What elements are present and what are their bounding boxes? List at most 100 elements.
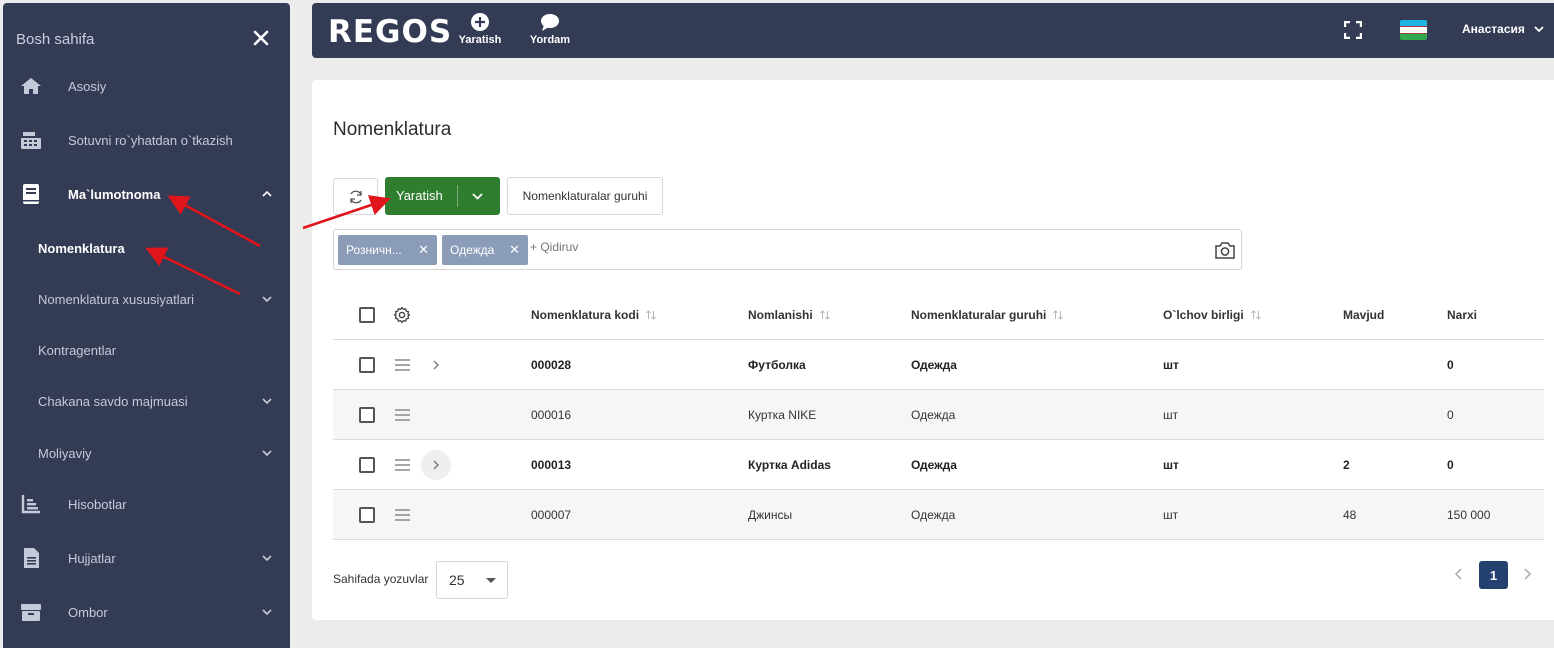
sort-icon[interactable]	[645, 309, 657, 321]
cell-unit: шт	[1163, 357, 1179, 372]
sidebar-item-label: Moliyaviy	[38, 445, 92, 461]
filter-bar[interactable]: Розничн... ✕ Одежда ✕	[333, 229, 1242, 270]
row-checkbox[interactable]	[359, 356, 375, 373]
sidebar-header: Bosh sahifa	[16, 31, 95, 48]
cell-code: 000016	[531, 407, 572, 422]
create-top-label: Yaratish	[458, 34, 502, 46]
sidebar-item-label: Ombor	[68, 604, 108, 620]
sidebar-item-hisobotlar[interactable]: Hisobotlar	[3, 484, 290, 524]
cash-register-icon	[20, 129, 42, 151]
close-icon[interactable]	[251, 28, 271, 48]
chat-bubble-icon	[541, 14, 559, 31]
create-button[interactable]: Yaratish	[385, 177, 500, 215]
select-all-checkbox[interactable]	[359, 306, 375, 323]
close-icon[interactable]: ✕	[418, 242, 429, 258]
content-card: Nomenklatura Yaratish Nomenklaturalar gu…	[312, 80, 1554, 620]
fullscreen-icon[interactable]	[1344, 21, 1362, 39]
refresh-icon	[349, 190, 362, 203]
per-page-label: Sahifada yozuvlar	[333, 572, 429, 586]
cell-group: Одежда	[911, 357, 957, 372]
filter-chip-label: Одежда	[450, 243, 495, 257]
document-icon	[20, 547, 42, 569]
column-header-code[interactable]: Nomenklatura kodi	[531, 308, 657, 322]
column-header-label: O`lchov birligi	[1163, 307, 1244, 322]
row-checkbox[interactable]	[359, 406, 375, 423]
table-row[interactable]: 000007 Джинсы Одежда шт 48 150 000	[333, 490, 1544, 540]
regos-logo[interactable]: REGOS	[328, 14, 452, 50]
plus-circle-icon	[471, 13, 489, 31]
sidebar-item-nomenklatura[interactable]: Nomenklatura	[3, 228, 290, 268]
sidebar-item-malumotnoma[interactable]: Ma`lumotnoma	[3, 174, 290, 214]
sidebar-item-label: Chakana savdo majmuasi	[38, 393, 188, 409]
filter-chip-retail[interactable]: Розничн... ✕	[338, 235, 437, 265]
column-header-price[interactable]: Narxi	[1447, 308, 1477, 322]
table-row[interactable]: 000028 Футболка Одежда шт 0	[333, 340, 1544, 390]
home-icon	[20, 75, 42, 97]
box-icon	[20, 601, 42, 623]
cell-name: Куртка Adidas	[748, 457, 831, 472]
row-checkbox[interactable]	[359, 456, 375, 473]
per-page-value: 25	[449, 572, 465, 588]
drag-handle-icon[interactable]	[395, 508, 410, 521]
sort-icon[interactable]	[1052, 309, 1064, 321]
table-row[interactable]: 000016 Куртка NIKE Одежда шт 0	[333, 390, 1544, 440]
sidebar-item-nomenklatura-properties[interactable]: Nomenklatura xususiyatlari	[3, 279, 290, 319]
column-header-label: Nomenklatura kodi	[531, 307, 640, 322]
filter-chip-clothes[interactable]: Одежда ✕	[442, 235, 528, 265]
gear-icon[interactable]	[393, 306, 411, 324]
chevron-down-icon	[262, 450, 272, 457]
cell-price: 0	[1447, 357, 1454, 372]
row-checkbox[interactable]	[359, 506, 375, 523]
sort-icon[interactable]	[819, 309, 831, 321]
sidebar-item-label: Hujjatlar	[68, 550, 116, 566]
column-header-name[interactable]: Nomlanishi	[748, 308, 831, 322]
sidebar-item-retail-complex[interactable]: Chakana savdo majmuasi	[3, 381, 290, 421]
sidebar-item-label: Nomenklatura xususiyatlari	[38, 291, 195, 307]
sidebar-item-sales-registration[interactable]: Sotuvni ro`yhatdan o`tkazish	[3, 120, 290, 160]
drag-handle-icon[interactable]	[395, 458, 410, 471]
nomenclature-table: Nomenklatura kodi Nomlanishi Nomenklatur…	[333, 290, 1544, 540]
column-header-unit[interactable]: O`lchov birligi	[1163, 308, 1262, 322]
drag-handle-icon[interactable]	[395, 358, 410, 371]
search-input[interactable]	[530, 240, 1130, 254]
cell-price: 0	[1447, 407, 1454, 422]
chevron-down-icon	[262, 555, 272, 562]
help-button[interactable]: Yordam	[520, 12, 580, 46]
cell-code: 000013	[531, 457, 572, 472]
chevron-down-icon[interactable]	[471, 190, 484, 203]
sidebar-item-moliyaviy[interactable]: Moliyaviy	[3, 433, 290, 473]
nomenclature-groups-button[interactable]: Nomenklaturalar guruhi	[507, 177, 663, 215]
caret-down-icon	[486, 578, 496, 583]
refresh-button[interactable]	[333, 178, 378, 215]
sort-icon[interactable]	[1250, 309, 1262, 321]
topbar: REGOS Yaratish Yordam Анастасия	[312, 3, 1554, 58]
chevron-down-icon	[262, 398, 272, 405]
per-page-select[interactable]: 25	[436, 561, 508, 599]
expand-row-button[interactable]	[421, 350, 451, 380]
uzbekistan-flag-icon[interactable]	[1400, 20, 1427, 40]
user-menu[interactable]: Анастасия	[1462, 22, 1545, 36]
cell-group: Одежда	[911, 407, 956, 422]
sidebar-item-ombor[interactable]: Ombor	[3, 592, 290, 632]
cell-price: 0	[1447, 457, 1454, 472]
table-row[interactable]: 000013 Куртка Adidas Одежда шт 2 0	[333, 440, 1544, 490]
sidebar-item-asosiy[interactable]: Asosiy	[3, 66, 290, 106]
close-icon[interactable]: ✕	[509, 242, 520, 258]
create-top-button[interactable]: Yaratish	[450, 12, 510, 46]
expand-row-button[interactable]	[421, 449, 451, 480]
sidebar-item-label: Asosiy	[68, 78, 107, 94]
sidebar: Bosh sahifa Asosiy Sotuvni ro`yhatdan o`…	[3, 3, 290, 648]
chevron-down-icon	[1534, 26, 1544, 33]
table-header: Nomenklatura kodi Nomlanishi Nomenklatur…	[333, 290, 1544, 340]
page-button-current[interactable]: 1	[1479, 561, 1508, 589]
sidebar-item-hujjatlar[interactable]: Hujjatlar	[3, 538, 290, 578]
column-header-group[interactable]: Nomenklaturalar guruhi	[911, 308, 1064, 322]
user-name: Анастасия	[1462, 22, 1525, 36]
column-header-stock[interactable]: Mavjud	[1343, 308, 1384, 322]
chevron-right-icon	[433, 360, 439, 369]
drag-handle-icon[interactable]	[395, 408, 410, 421]
chevron-left-icon[interactable]	[1452, 567, 1466, 581]
chevron-right-icon[interactable]	[1520, 567, 1534, 581]
camera-icon[interactable]	[1214, 240, 1236, 260]
sidebar-item-kontragentlar[interactable]: Kontragentlar	[3, 330, 290, 370]
